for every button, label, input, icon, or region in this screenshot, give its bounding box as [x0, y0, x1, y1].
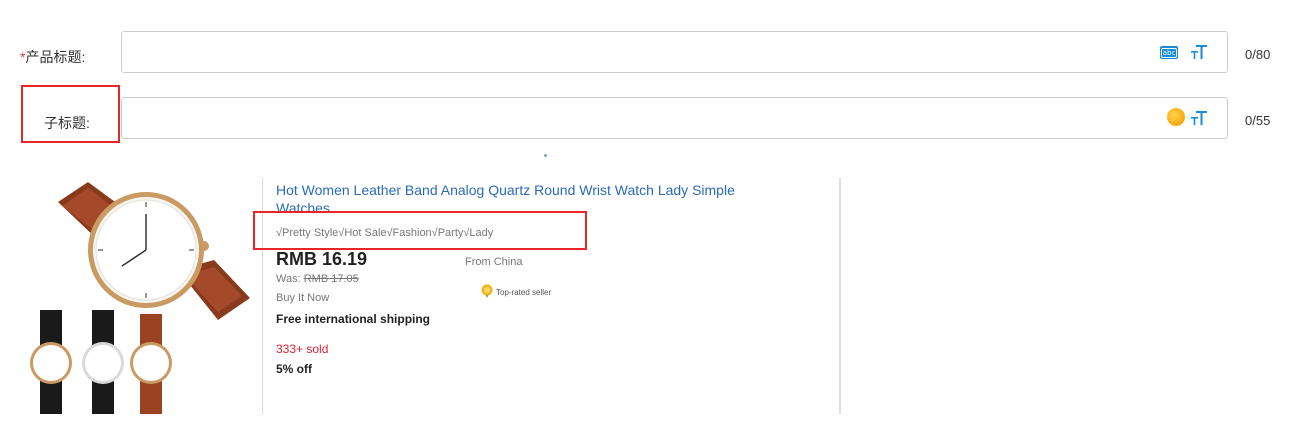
abc-spellcheck-icon-text: abc: [1160, 48, 1178, 58]
product-title-label: *产品标题:: [20, 47, 85, 67]
emoji-sun-icon[interactable]: [1167, 108, 1185, 126]
card-right-divider: [839, 178, 841, 414]
top-rated-seller-badge-icon: [481, 284, 493, 298]
text-size-icon[interactable]: [1190, 109, 1208, 127]
item-origin: From China: [465, 256, 523, 268]
sold-count: 333+ sold: [276, 342, 329, 356]
was-price-value: RMB 17.05: [303, 273, 359, 285]
divider-dot: [544, 154, 547, 157]
abc-spellcheck-icon[interactable]: abc: [1160, 46, 1178, 59]
product-title-field[interactable]: abc: [121, 31, 1228, 73]
top-rated-seller-label: Top-rated seller: [496, 288, 552, 297]
product-edit-page: *产品标题: abc 0/80 子标题: 0/55 Hot Women Leat…: [0, 0, 1297, 444]
subtitle-label-highlight: [21, 85, 120, 143]
listing-was-price: Was: RMB 17.05: [276, 273, 359, 285]
product-title-label-text: 产品标题:: [25, 49, 86, 65]
was-label: Was:: [276, 273, 301, 285]
subtitle-field[interactable]: [121, 97, 1228, 139]
buy-format: Buy It Now: [276, 292, 330, 304]
subtitle-input[interactable]: [122, 98, 1137, 138]
discount-info: 5% off: [276, 362, 312, 376]
shipping-info: Free international shipping: [276, 312, 431, 326]
text-size-icon[interactable]: [1190, 43, 1208, 61]
product-title-counter: 0/80: [1245, 47, 1271, 62]
listing-subtitle-highlight: [253, 211, 587, 250]
product-title-input[interactable]: [122, 32, 1137, 72]
listing-title-line-1[interactable]: Hot Women Leather Band Analog Quartz Rou…: [276, 181, 735, 199]
watch-product-image[interactable]: [28, 180, 260, 414]
subtitle-counter: 0/55: [1245, 113, 1271, 128]
listing-price: RMB 16.19: [276, 249, 368, 269]
